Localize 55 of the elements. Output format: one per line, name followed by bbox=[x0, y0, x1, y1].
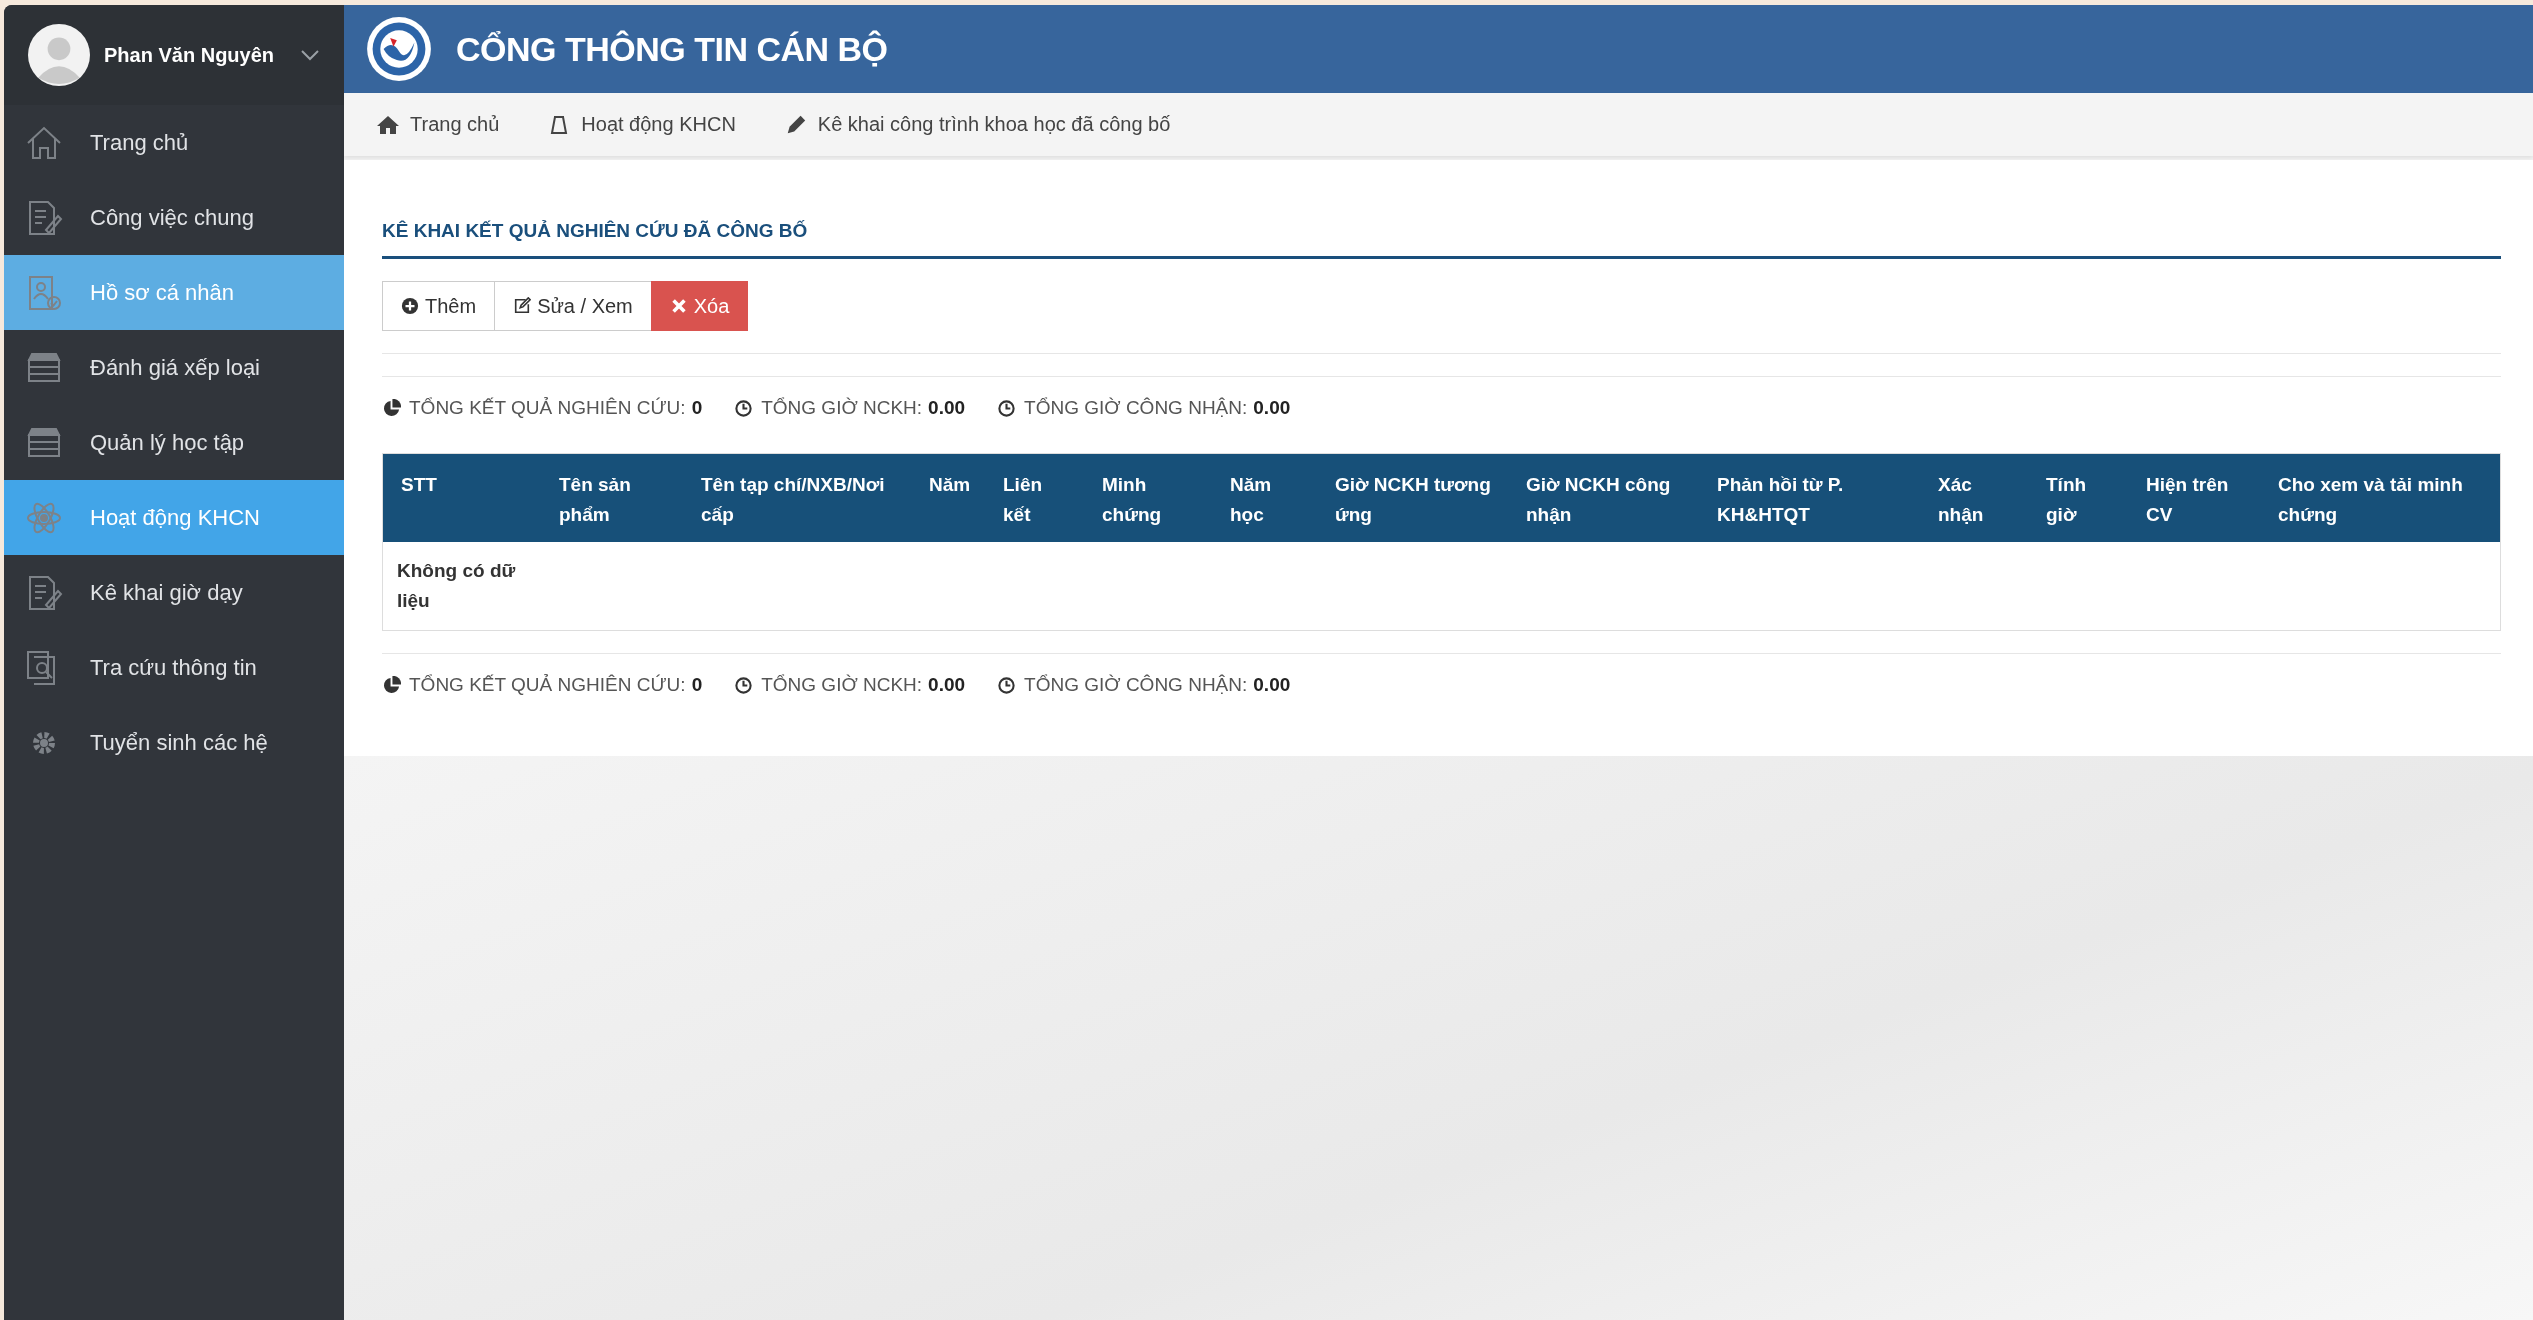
column-header: Tên sản phẩm bbox=[558, 473, 632, 527]
breadcrumb-link[interactable]: Hoạt động KHCN bbox=[547, 113, 736, 136]
column-header: Cho xem và tải minh chứng bbox=[2277, 473, 2464, 527]
column-header: Minh chứng bbox=[1101, 473, 1163, 527]
delete-button[interactable]: Xóa bbox=[650, 281, 749, 331]
home-icon bbox=[376, 113, 400, 136]
sidebar-item[interactable]: Đánh giá xếp loại bbox=[4, 330, 344, 405]
clock-icon bbox=[997, 398, 1017, 418]
total-label: TỔNG GIỜ CÔNG NHẬN: bbox=[1024, 397, 1248, 419]
column-header: STT bbox=[400, 473, 438, 497]
clock-icon bbox=[997, 675, 1017, 695]
university-logo-icon bbox=[366, 16, 432, 82]
total-value: 0.00 bbox=[1253, 674, 1291, 696]
column-header: Giờ NCKH công nhận bbox=[1525, 473, 1672, 527]
sidebar-item[interactable]: Tuyển sinh các hệ bbox=[4, 705, 344, 780]
sidebar-item[interactable]: Trang chủ bbox=[4, 105, 344, 180]
pie-chart-icon bbox=[382, 675, 401, 695]
column-header: Năm bbox=[928, 473, 972, 497]
avatar-icon bbox=[28, 24, 90, 86]
edit-icon bbox=[513, 297, 532, 315]
total-value: 0 bbox=[691, 674, 703, 696]
breadcrumb-link[interactable]: Trang chủ bbox=[376, 113, 500, 136]
column-header: Xác nhận bbox=[1937, 473, 1985, 527]
sidebar-item[interactable]: Công việc chung bbox=[4, 180, 344, 255]
breadcrumb-link[interactable]: Kê khai công trình khoa học đã công bố bbox=[783, 113, 1171, 136]
column-header: Năm học bbox=[1229, 473, 1273, 527]
total-label: TỔNG GIỜ CÔNG NHẬN: bbox=[1024, 674, 1248, 696]
total-value: 0.00 bbox=[928, 397, 966, 419]
total-label: TỔNG GIỜ NCKH: bbox=[761, 674, 923, 696]
total-label: TỔNG GIỜ NCKH: bbox=[761, 397, 923, 419]
clock-icon bbox=[734, 398, 754, 418]
total-label: TỔNG KẾT QUẢ NGHIÊN CỨU: bbox=[409, 674, 686, 696]
total-value: 0 bbox=[691, 397, 703, 419]
column-header: Giờ NCKH tương ứng bbox=[1334, 473, 1492, 527]
column-header: Hiện trên CV bbox=[2145, 473, 2230, 527]
total-value: 0.00 bbox=[1253, 397, 1291, 419]
sidebar-item[interactable]: Quản lý học tập bbox=[4, 405, 344, 480]
pie-chart-icon bbox=[382, 398, 401, 418]
panel-title: KÊ KHAI KẾT QUẢ NGHIÊN CỨU ĐÃ CÔNG BỐ bbox=[382, 220, 2501, 259]
column-header: Tên tạp chí/NXB/Nơi cấp bbox=[700, 473, 886, 527]
empty-message: Không có dữ liệu bbox=[396, 559, 517, 613]
sidebar-item[interactable]: Tra cứu thông tin bbox=[4, 630, 344, 705]
chevron-down-icon[interactable] bbox=[300, 49, 320, 61]
column-header: Phản hồi từ P. KH&HTQT bbox=[1716, 473, 1845, 527]
sidebar-item[interactable]: Kê khai giờ dạy bbox=[4, 555, 344, 630]
total-value: 0.00 bbox=[928, 674, 966, 696]
clock-icon bbox=[734, 675, 754, 695]
user-name[interactable]: Phan Văn Nguyên bbox=[104, 43, 286, 67]
total-label: TỔNG KẾT QUẢ NGHIÊN CỨU: bbox=[409, 397, 686, 419]
add-button[interactable]: Thêm bbox=[382, 281, 496, 331]
edit-button[interactable]: Sửa / Xem bbox=[494, 281, 652, 331]
column-header: Tính giờ bbox=[2045, 473, 2088, 527]
column-header: Liên kết bbox=[1002, 473, 1044, 527]
plus-circle-icon bbox=[401, 297, 419, 315]
site-title: CỔNG THÔNG TIN CÁN BỘ bbox=[456, 29, 888, 69]
